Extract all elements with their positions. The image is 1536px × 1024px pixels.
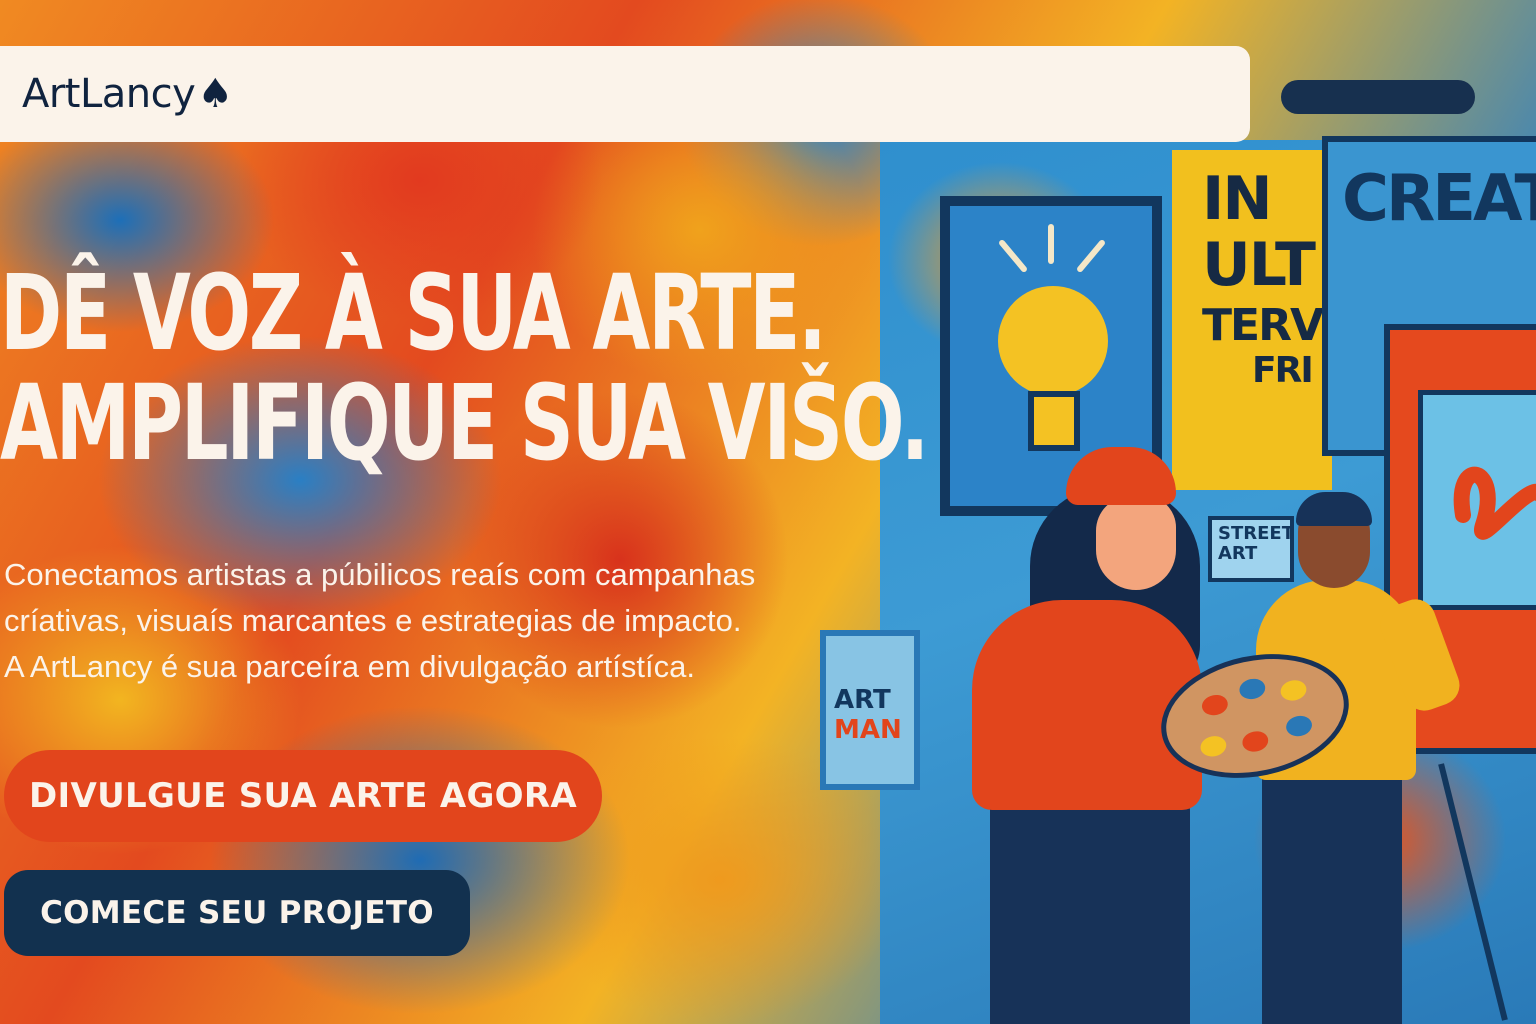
top-navbar: ArtLancy♠	[0, 46, 1250, 142]
brand-logo[interactable]: ArtLancy♠	[22, 71, 233, 117]
poster-text: STREET ART	[1218, 523, 1294, 564]
woman-legs	[990, 790, 1190, 1024]
canvas-screen	[1418, 390, 1536, 610]
paint-dot	[1240, 729, 1271, 754]
hero-headline: DÊ VOZ À SUA ARTE. AMPLIFIQUE SUA VIŠO.	[0, 258, 929, 478]
paint-dot	[1278, 677, 1309, 703]
poster-text: ULT	[1202, 230, 1316, 300]
ray-shape	[997, 238, 1029, 274]
lightbulb-base	[1028, 391, 1080, 451]
brand-name: ArtLancy	[22, 71, 196, 117]
poster-text: ART	[834, 685, 891, 715]
poster-text: MAN	[834, 715, 902, 745]
poster-text: IN	[1202, 164, 1273, 234]
spade-icon: ♠	[197, 71, 233, 117]
start-project-button[interactable]: COMECE SEU PROJETO	[4, 870, 470, 956]
subtitle-line-2: críativas, visuaís marcantes e estrategi…	[4, 603, 742, 638]
lightbulb-icon	[998, 286, 1108, 396]
poster-text: CREATI	[1342, 162, 1536, 236]
woman-face	[1096, 496, 1176, 590]
subtitle-line-3: A ArtLancy é sua parceíra em divulgação …	[4, 649, 695, 684]
headline-line-1: DÊ VOZ À SUA ARTE.	[0, 252, 827, 374]
man-legs	[1262, 770, 1402, 1024]
paint-dot	[1237, 676, 1268, 702]
brushstroke-icon	[1453, 466, 1536, 540]
paint-dot	[1200, 692, 1230, 718]
promote-art-button[interactable]: DIVULGUE SUA ARTE AGORA	[4, 750, 602, 842]
headline-line-2: AMPLIFIQUE SUA VIŠO.	[0, 362, 929, 484]
paint-dot	[1284, 713, 1314, 739]
paint-dot	[1198, 733, 1229, 759]
ray-shape	[1048, 224, 1054, 264]
yellow-poster: IN ULT TERVC FRI	[1172, 150, 1354, 490]
hero-subtitle: Conectamos artistas a púbilicos reaís co…	[4, 552, 884, 690]
ray-shape	[1075, 238, 1107, 274]
subtitle-line-1: Conectamos artistas a púbilicos reaís co…	[4, 557, 756, 592]
poster-text: FRI	[1252, 350, 1314, 391]
street-art-poster: STREET ART	[1208, 516, 1294, 582]
menu-toggle[interactable]	[1281, 80, 1475, 114]
